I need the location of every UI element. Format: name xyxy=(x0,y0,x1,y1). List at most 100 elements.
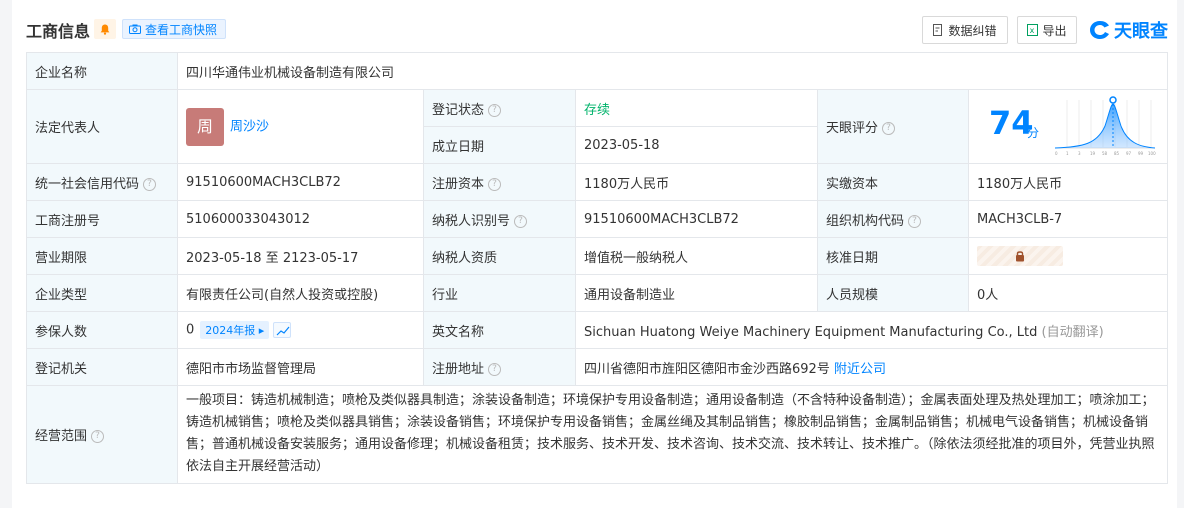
score-tick-label: 3 xyxy=(1078,151,1081,156)
trend-chart-icon[interactable] xyxy=(273,322,292,338)
help-icon[interactable]: ? xyxy=(514,214,528,228)
credit-code-value: 91510600MACH3CLB72 xyxy=(177,163,424,201)
approval-date-cell xyxy=(967,237,1169,275)
edit-doc-icon xyxy=(933,24,943,36)
taxpayer-id-label: 纳税人识别号 xyxy=(432,213,511,229)
reg-capital-label: 注册资本 xyxy=(432,176,485,192)
industry-label: 行业 xyxy=(423,274,576,312)
authority-value: 德阳市市场监督管理局 xyxy=(177,348,424,386)
approval-date-label: 核准日期 xyxy=(817,237,969,275)
export-icon: x xyxy=(1027,24,1039,36)
logo-text: 天眼查 xyxy=(1114,21,1168,42)
insured-label: 参保人数 xyxy=(26,311,178,349)
insured-cell: 0 2024年报 ▸ xyxy=(177,311,424,349)
score-cell[interactable]: 74 分 0 1 3 19 58 85 97 99 100 xyxy=(967,89,1169,164)
score-tick-label: 99 xyxy=(1138,151,1144,156)
data-correct-button[interactable]: 数据纠错 xyxy=(922,16,1008,44)
address-value: 四川省德阳市旌阳区德阳市金沙西路692号 xyxy=(584,361,830,377)
scope-label-cell: 经营范围? xyxy=(26,385,178,484)
taxpayer-id-value: 91510600MACH3CLB72 xyxy=(575,200,818,238)
company-type-value: 有限责任公司(自然人投资或控股) xyxy=(177,274,424,312)
table-row: 企业名称 四川华通伟业机械设备制造有限公司 xyxy=(26,52,1169,90)
company-name-label: 企业名称 xyxy=(26,52,178,90)
paid-capital-value: 1180万人民币 xyxy=(967,163,1169,201)
taxpayer-id-label-cell: 纳税人识别号? xyxy=(423,200,576,238)
reg-status-value: 存续 xyxy=(575,89,818,127)
help-icon[interactable]: ? xyxy=(908,214,922,228)
reg-status-label: 登记状态 xyxy=(432,102,485,118)
scope-label: 经营范围 xyxy=(35,429,88,444)
reg-capital-value: 1180万人民币 xyxy=(575,163,818,201)
score-label-cell: 天眼评分? xyxy=(817,89,969,164)
section-title: 工商信息 xyxy=(26,22,91,41)
help-icon[interactable]: ? xyxy=(488,103,502,117)
industry-value: 通用设备制造业 xyxy=(575,274,818,312)
business-info-panel: 工商信息 查看工商快照 数据纠错 x 导出 天眼查 企业名称 四川华通伟业机械设… xyxy=(12,0,1177,508)
score-tick-label: 19 xyxy=(1090,151,1096,156)
reg-capital-label-cell: 注册资本? xyxy=(423,163,576,201)
panel-header: 工商信息 查看工商快照 数据纠错 x 导出 天眼查 xyxy=(12,14,1177,46)
address-cell: 四川省德阳市旌阳区德阳市金沙西路692号 附近公司 xyxy=(574,348,1169,386)
scope-value: 一般项目：铸造机械制造；喷枪及类似器具制造；涂装设备制造；环境保护专用设备制造；… xyxy=(176,385,1169,484)
score-distribution-chart: 0 1 3 19 58 85 97 99 100 xyxy=(1054,96,1156,156)
view-snapshot-label: 查看工商快照 xyxy=(145,22,218,37)
reg-status-label-cell: 登记状态? xyxy=(423,89,576,127)
english-name-label: 英文名称 xyxy=(423,311,576,349)
score-tick-label: 85 xyxy=(1114,151,1120,156)
insured-value: 0 xyxy=(186,322,195,338)
data-correct-label: 数据纠错 xyxy=(948,23,997,38)
address-label: 注册地址 xyxy=(432,361,485,377)
score-unit: 分 xyxy=(1027,126,1040,140)
help-icon[interactable]: ? xyxy=(882,122,896,135)
lock-icon xyxy=(1016,251,1024,262)
help-icon[interactable]: ? xyxy=(143,177,157,191)
credit-code-label-cell: 统一社会信用代码? xyxy=(26,163,178,201)
reg-no-value: 510600033043012 xyxy=(177,200,424,238)
established-value: 2023-05-18 xyxy=(575,126,818,164)
score-tick-label: 58 xyxy=(1102,151,1108,156)
score-tick-label: 97 xyxy=(1126,151,1132,156)
tianyancha-logo[interactable]: 天眼查 xyxy=(1089,18,1168,42)
staff-size-label: 人员规模 xyxy=(817,274,969,312)
org-code-label: 组织机构代码 xyxy=(826,213,905,229)
avatar[interactable]: 周 xyxy=(186,107,224,146)
help-icon[interactable]: ? xyxy=(488,177,502,191)
table-row: 登记机关 德阳市市场监督管理局 注册地址? 四川省德阳市旌阳区德阳市金沙西路69… xyxy=(26,348,1169,386)
legal-rep-name-link[interactable]: 周沙沙 xyxy=(230,119,269,134)
export-button[interactable]: x 导出 xyxy=(1017,16,1077,44)
legal-rep-label: 法定代表人 xyxy=(26,89,178,164)
table-row: 企业类型 有限责任公司(自然人投资或控股) 行业 通用设备制造业 人员规模 0人 xyxy=(26,274,1169,312)
table-row: 经营范围? 一般项目：铸造机械制造；喷枪及类似器具制造；涂装设备制造；环境保护专… xyxy=(26,385,1169,484)
score-tick-label: 100 xyxy=(1148,151,1156,156)
bell-icon[interactable] xyxy=(94,19,116,39)
locked-value[interactable] xyxy=(977,246,1063,266)
authority-label: 登记机关 xyxy=(26,348,178,386)
table-row: 参保人数 0 2024年报 ▸ 英文名称 Sichuan Huatong Weiy… xyxy=(26,311,1169,349)
paid-capital-label: 实缴资本 xyxy=(817,163,969,201)
logo-mark-icon xyxy=(1090,21,1109,39)
camera-icon xyxy=(129,24,141,34)
table-row: 统一社会信用代码? 91510600MACH3CLB72 注册资本? 1180万… xyxy=(26,163,1169,201)
table-row: 营业期限 2023-05-18 至 2123-05-17 纳税人资质 增值税一般… xyxy=(26,237,1169,275)
annual-report-badge[interactable]: 2024年报 ▸ xyxy=(200,321,270,339)
legal-rep-cell: 周周沙沙 xyxy=(177,89,424,164)
help-icon[interactable]: ? xyxy=(488,362,502,376)
taxpayer-type-label: 纳税人资质 xyxy=(423,237,576,275)
credit-code-label: 统一社会信用代码 xyxy=(35,176,140,192)
auto-translate-note: (自动翻译) xyxy=(1041,324,1104,340)
table-row: 法定代表人 周周沙沙 登记状态? 存续 天眼评分? 74 分 0 1 3 19 … xyxy=(26,89,1169,164)
help-icon[interactable]: ? xyxy=(91,430,105,443)
term-label: 营业期限 xyxy=(26,237,178,275)
org-code-label-cell: 组织机构代码? xyxy=(817,200,969,238)
business-info-table: 企业名称 四川华通伟业机械设备制造有限公司 法定代表人 周周沙沙 登记状态? 存… xyxy=(26,52,1169,484)
view-snapshot-button[interactable]: 查看工商快照 xyxy=(122,19,227,39)
english-name-value: Sichuan Huatong Weiye Machinery Equipmen… xyxy=(584,324,1038,340)
table-row: 工商注册号 510600033043012 纳税人识别号? 91510600MA… xyxy=(26,200,1169,238)
address-label-cell: 注册地址? xyxy=(423,348,576,386)
score-tick-label: 1 xyxy=(1066,151,1069,156)
nearby-companies-link[interactable]: 附近公司 xyxy=(834,362,886,377)
taxpayer-type-value: 增值税一般纳税人 xyxy=(575,237,818,275)
established-label: 成立日期 xyxy=(423,126,576,164)
score-tick-label: 0 xyxy=(1055,151,1058,156)
english-name-cell: Sichuan Huatong Weiye Machinery Equipmen… xyxy=(574,311,1169,349)
